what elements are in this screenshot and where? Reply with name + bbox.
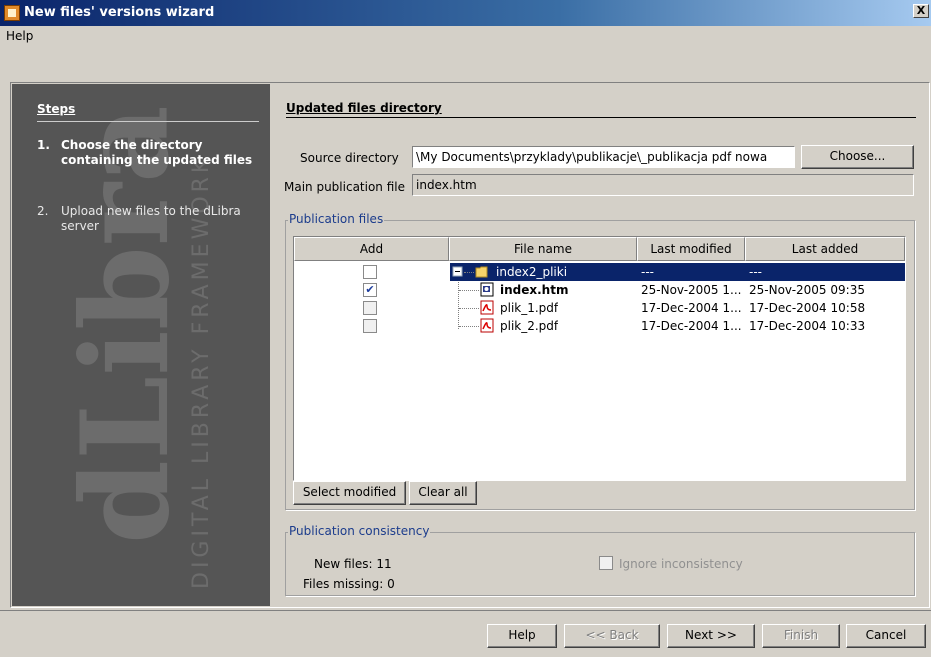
last-added: --- xyxy=(749,265,762,279)
column-file-name[interactable]: File name xyxy=(449,237,637,261)
html-file-icon xyxy=(480,282,494,297)
file-name: index2_pliki xyxy=(496,265,568,279)
steps-sidebar: dLibra DIGITAL LIBRARY FRAMEWORK Steps 1… xyxy=(12,84,270,606)
tree-branch xyxy=(459,308,479,309)
files-missing-count: Files missing: 0 xyxy=(303,577,395,591)
last-modified: 17-Dec-2004 1... xyxy=(641,319,742,333)
last-modified: 17-Dec-2004 1... xyxy=(641,301,742,315)
add-checkbox[interactable] xyxy=(363,301,377,315)
cancel-button-label: Cancel xyxy=(865,628,907,642)
pdf-file-icon xyxy=(480,300,494,315)
help-button-label: Help xyxy=(508,628,536,642)
collapse-icon[interactable] xyxy=(452,266,464,278)
files-table: Add File name Last modified Last added i… xyxy=(293,236,906,481)
title-bar: New files' versions wizard X xyxy=(0,0,931,26)
step-1-number: 1. xyxy=(37,138,50,152)
table-row[interactable]: index2_pliki --- --- xyxy=(294,263,905,281)
table-row[interactable]: plik_1.pdf 17-Dec-2004 1... 17-Dec-2004 … xyxy=(294,299,905,317)
file-name: plik_2.pdf xyxy=(500,319,559,333)
ignore-inconsistency-checkbox[interactable] xyxy=(599,556,613,570)
select-modified-label: Select modified xyxy=(302,485,397,499)
next-button[interactable]: Next >> xyxy=(667,624,755,648)
section-divider xyxy=(286,117,916,118)
steps-divider xyxy=(37,121,259,122)
new-files-count: New files: 11 xyxy=(314,557,392,571)
table-row[interactable]: plik_2.pdf 17-Dec-2004 1... 17-Dec-2004 … xyxy=(294,317,905,335)
pdf-file-icon xyxy=(480,318,494,333)
back-button-label: << Back xyxy=(585,628,639,642)
select-modified-button[interactable]: Select modified xyxy=(293,481,406,505)
main-file-label: Main publication file xyxy=(284,180,405,194)
file-name: index.htm xyxy=(500,283,569,297)
last-added: 17-Dec-2004 10:33 xyxy=(749,319,866,333)
column-add[interactable]: Add xyxy=(294,237,449,261)
tree-branch xyxy=(459,290,479,291)
close-button[interactable]: X xyxy=(913,4,929,18)
table-row[interactable]: ✔ index.htm 25-Nov-2005 1... 25-Nov-2005… xyxy=(294,281,905,299)
step-2-label: Upload new files to the dLibra server xyxy=(61,204,241,233)
add-checkbox[interactable] xyxy=(363,319,377,333)
step-1-label: Choose the directory containing the upda… xyxy=(61,138,253,167)
main-file-field[interactable]: index.htm xyxy=(412,174,914,196)
source-directory-field[interactable]: \My Documents\przyklady\publikacje\_publ… xyxy=(412,146,795,168)
tree-branch xyxy=(459,326,479,327)
step-2-number: 2. xyxy=(37,204,49,218)
cancel-button[interactable]: Cancel xyxy=(846,624,926,648)
source-directory-label: Source directory xyxy=(300,151,399,165)
column-last-added[interactable]: Last added xyxy=(745,237,905,261)
ignore-inconsistency-label: Ignore inconsistency xyxy=(619,557,743,571)
file-name: plik_1.pdf xyxy=(500,301,559,315)
footer-divider xyxy=(0,610,931,611)
publication-files-label: Publication files xyxy=(288,212,385,226)
last-added: 25-Nov-2005 09:35 xyxy=(749,283,865,297)
last-modified: 25-Nov-2005 1... xyxy=(641,283,742,297)
tree-branch xyxy=(464,272,474,273)
steps-heading: Steps xyxy=(37,102,76,116)
app-icon xyxy=(4,5,20,21)
choose-button[interactable]: Choose... xyxy=(801,145,914,169)
help-button[interactable]: Help xyxy=(487,624,557,648)
menu-help[interactable]: Help xyxy=(6,29,33,43)
clear-all-label: Clear all xyxy=(418,485,468,499)
menu-bar: Help xyxy=(0,26,931,46)
last-added: 17-Dec-2004 10:58 xyxy=(749,301,866,315)
back-button[interactable]: << Back xyxy=(564,624,660,648)
choose-button-label: Choose... xyxy=(829,149,886,163)
last-modified: --- xyxy=(641,265,654,279)
watermark-logo: dLibra xyxy=(55,105,196,544)
window-title: New files' versions wizard xyxy=(24,5,215,20)
finish-button-label: Finish xyxy=(783,628,819,642)
next-button-label: Next >> xyxy=(685,628,737,642)
column-last-modified[interactable]: Last modified xyxy=(637,237,745,261)
folder-icon xyxy=(475,266,488,278)
finish-button[interactable]: Finish xyxy=(762,624,840,648)
clear-all-button[interactable]: Clear all xyxy=(409,481,477,505)
consistency-label: Publication consistency xyxy=(288,524,431,538)
add-checkbox[interactable]: ✔ xyxy=(363,283,377,297)
add-checkbox[interactable] xyxy=(363,265,377,279)
section-title: Updated files directory xyxy=(286,101,442,115)
wizard-content: Updated files directory Source directory… xyxy=(284,84,918,606)
